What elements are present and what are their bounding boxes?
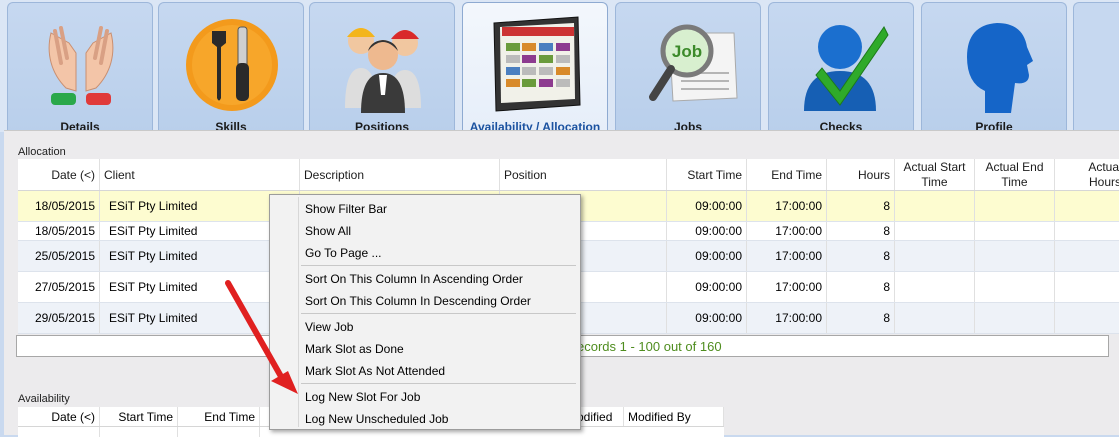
svg-text:Job: Job <box>672 42 702 61</box>
cell-start-time: 09:00:00 <box>667 303 747 333</box>
column-header-actual-end[interactable]: Actual End Time <box>975 159 1055 190</box>
cell-actual-end <box>975 303 1055 333</box>
cell-actual-end <box>975 272 1055 302</box>
menu-separator <box>301 313 576 314</box>
cell-end-time: 17:00:00 <box>747 303 827 333</box>
tab-availability-allocation[interactable]: Availability / Allocation <box>462 2 608 134</box>
cell-date: 27/05/2015 <box>18 272 100 302</box>
menu-item-show-all[interactable]: Show All <box>305 224 351 238</box>
tab-profile[interactable]: Profile <box>921 2 1067 134</box>
job-search-icon: Job <box>649 24 738 102</box>
cell-end-time: 17:00:00 <box>747 191 827 221</box>
tools-icon <box>186 19 278 111</box>
tab-positions[interactable]: Positions <box>309 2 455 134</box>
column-header-position[interactable]: Position <box>500 159 667 190</box>
column-header-actual-hours[interactable]: Actual Hours <box>1055 159 1119 190</box>
cell-actual-end <box>975 241 1055 271</box>
menu-gutter <box>298 197 299 427</box>
cell-date: 29/05/2015 <box>18 303 100 333</box>
menu-item-sort-descending[interactable]: Sort On This Column In Descending Order <box>305 294 531 308</box>
column-header-description[interactable]: Description <box>300 159 500 190</box>
menu-separator <box>301 383 576 384</box>
cell-end-time: 17:00:00 <box>747 222 827 240</box>
cell-start-time: 09:00:00 <box>667 222 747 240</box>
cell-date: 18/05/2015 <box>18 191 100 221</box>
tab-details[interactable]: Details <box>7 2 153 134</box>
menu-item-show-filter-bar[interactable]: Show Filter Bar <box>305 202 387 216</box>
hands-icon <box>48 26 114 105</box>
context-menu: Show Filter Bar Show All Go To Page ... … <box>269 194 581 430</box>
cell-date: 25/05/2015 <box>18 241 100 271</box>
cell-end-time <box>178 427 260 437</box>
cell-actual-start <box>895 241 975 271</box>
cell-hours: 8 <box>827 241 895 271</box>
cell-actual-start <box>895 272 975 302</box>
menu-item-sort-ascending[interactable]: Sort On This Column In Ascending Order <box>305 272 523 286</box>
tab-checks[interactable]: Checks <box>768 2 914 134</box>
cell-hours: 8 <box>827 303 895 333</box>
calendar-icon <box>493 16 581 112</box>
menu-item-mark-slot-not-attended[interactable]: Mark Slot As Not Attended <box>305 364 445 378</box>
checkmark-person-icon <box>804 25 889 111</box>
cell-hours: 8 <box>827 222 895 240</box>
cell-actual-start <box>895 222 975 240</box>
menu-item-log-new-slot[interactable]: Log New Slot For Job <box>305 390 420 404</box>
head-profile-icon <box>967 23 1033 113</box>
menu-item-log-unscheduled-job[interactable]: Log New Unscheduled Job <box>305 412 448 426</box>
cell-hours: 8 <box>827 272 895 302</box>
menu-separator <box>301 265 576 266</box>
tab-jobs[interactable]: Job Jobs <box>615 2 761 134</box>
pager-status: ecords 1 - 100 out of 160 <box>577 339 722 354</box>
cell-date: 18/05/2015 <box>18 222 100 240</box>
column-header-date[interactable]: Date (<) <box>18 407 100 426</box>
cell-date <box>18 427 100 437</box>
menu-item-go-to-page[interactable]: Go To Page ... <box>305 246 382 260</box>
cell-start-time: 09:00:00 <box>667 241 747 271</box>
column-header-actual-start[interactable]: Actual Start Time <box>895 159 975 190</box>
cell-actual-start <box>895 303 975 333</box>
cell-actual-end <box>975 222 1055 240</box>
cell-end-time: 17:00:00 <box>747 241 827 271</box>
column-header-end-time[interactable]: End Time <box>178 407 260 426</box>
tab-bar: Details Skills Positions Availability / … <box>0 0 1119 134</box>
workers-icon <box>345 28 421 113</box>
column-header-end-time[interactable]: End Time <box>747 159 827 190</box>
column-header-client[interactable]: Client <box>100 159 300 190</box>
cell-hours: 8 <box>827 191 895 221</box>
cell-start-time: 09:00:00 <box>667 272 747 302</box>
column-header-modified-by[interactable]: Modified By <box>624 407 724 426</box>
tab-overflow <box>1073 2 1119 132</box>
cell-start-time <box>100 427 178 437</box>
menu-item-view-job[interactable]: View Job <box>305 320 353 334</box>
cell-start-time: 09:00:00 <box>667 191 747 221</box>
availability-title: Availability <box>18 393 70 405</box>
column-header-date[interactable]: Date (<) <box>18 159 100 190</box>
allocation-title: Allocation <box>18 146 66 158</box>
grid-header: Date (<) Client Description Position Sta… <box>18 159 1119 191</box>
column-header-start-time[interactable]: Start Time <box>100 407 178 426</box>
column-header-start-time[interactable]: Start Time <box>667 159 747 190</box>
cell-actual-end <box>975 191 1055 221</box>
tab-skills[interactable]: Skills <box>158 2 304 134</box>
cell-end-time: 17:00:00 <box>747 272 827 302</box>
column-header-hours[interactable]: Hours <box>827 159 895 190</box>
cell-actual-start <box>895 191 975 221</box>
menu-item-mark-slot-done[interactable]: Mark Slot as Done <box>305 342 404 356</box>
